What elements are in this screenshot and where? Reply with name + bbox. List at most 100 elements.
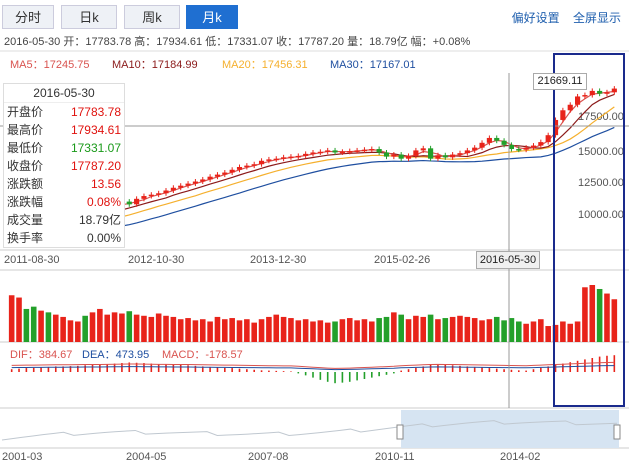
- volume-bar: [67, 320, 74, 342]
- macd-hist-bar: [378, 372, 380, 377]
- volume-bar: [89, 312, 96, 342]
- candle-body: [361, 149, 368, 152]
- macd-hist-bar: [356, 372, 358, 381]
- macd-hist-bar: [591, 358, 594, 372]
- macd-hist-bar: [334, 372, 336, 384]
- ohlc-row: 涨跌额 13.56: [4, 175, 124, 193]
- ohlc-row-label: 最高价: [7, 123, 44, 137]
- macd-hist-bar: [91, 365, 94, 372]
- macd-hist-bar: [415, 367, 417, 372]
- volume-bar: [530, 321, 537, 342]
- volume-bar: [52, 314, 59, 342]
- macd-hist-bar: [495, 368, 498, 372]
- macd-hist-bar: [99, 364, 101, 372]
- ma20-label: MA20：17456.31: [222, 59, 308, 71]
- volume-bar: [435, 319, 441, 342]
- candle-body: [229, 169, 235, 173]
- ohlc-row-label: 成交量: [7, 213, 44, 227]
- navigator-tick-label: 2004-05: [126, 451, 166, 463]
- volume-bar: [30, 306, 37, 342]
- candle-body: [472, 147, 478, 151]
- macd-hist-bar: [275, 370, 278, 372]
- volume-bar: [383, 316, 390, 342]
- macd-hist-bar: [268, 370, 270, 372]
- macd-hist-bar: [407, 369, 410, 372]
- volume-bar: [302, 319, 309, 342]
- navigator-tick-label: 2014-02: [500, 451, 540, 463]
- ohlc-row: 最低价 17331.07: [4, 139, 124, 157]
- preferences-link[interactable]: 偏好设置: [512, 11, 560, 25]
- candle-body: [523, 147, 529, 150]
- volume-bar: [8, 295, 15, 342]
- volume-bar: [501, 320, 507, 342]
- volume-bar: [523, 323, 529, 342]
- macd-hist-bar: [224, 367, 226, 372]
- dea-label: DEA：473.95: [82, 349, 150, 361]
- candle-body: [442, 155, 448, 158]
- volume-bar: [214, 316, 221, 342]
- ma-legend: MA5：17245.75 MA10：17184.99 MA20：17456.31…: [0, 56, 629, 72]
- macd-hist-bar: [532, 369, 535, 372]
- candle-body: [589, 90, 595, 96]
- candle-body: [207, 176, 213, 180]
- volume-bar: [192, 320, 199, 342]
- volume-bar: [170, 316, 177, 342]
- candle-body: [126, 201, 132, 205]
- volume-bar: [405, 319, 412, 342]
- macd-hist-bar: [341, 372, 344, 383]
- volume-bar: [163, 315, 169, 342]
- candle-body: [516, 149, 522, 151]
- macd-hist-bar: [540, 367, 542, 372]
- navigator-selection: [401, 410, 619, 448]
- candle-body: [251, 164, 257, 166]
- macd-hist-bar: [348, 372, 351, 382]
- tab-intraday[interactable]: 分时: [2, 5, 54, 29]
- macd-label: MACD：-178.57: [162, 349, 243, 361]
- candle-body: [376, 149, 382, 153]
- volume-bar: [346, 318, 353, 342]
- volume-bar: [266, 316, 272, 342]
- macd-hist-bar: [84, 365, 86, 372]
- ohlc-row-label: 最低价: [7, 141, 44, 155]
- candle-body: [611, 88, 617, 93]
- candle-body: [464, 150, 470, 154]
- macd-hist-bar: [304, 372, 307, 376]
- ohlc-row-value: 18.79亿: [78, 213, 121, 227]
- macd-hist-bar: [429, 365, 432, 372]
- candle-body: [258, 160, 265, 165]
- volume-bar: [288, 318, 294, 342]
- fullscreen-link[interactable]: 全屏显示: [573, 11, 621, 25]
- ohlc-row: 最高价 17934.61: [4, 121, 124, 139]
- tab-daily-k[interactable]: 日k: [61, 5, 117, 29]
- candle-body: [567, 104, 573, 111]
- candle-body: [244, 165, 250, 168]
- ohlc-row-value: 0.08%: [86, 195, 121, 209]
- macd-hist-bar: [481, 367, 483, 372]
- candle-body: [288, 156, 294, 159]
- candle-body: [295, 155, 301, 158]
- volume-bar: [60, 316, 66, 342]
- x-tick-label: 2015-02-26: [374, 254, 430, 266]
- candle-body: [214, 174, 221, 177]
- tab-weekly-k[interactable]: 周k: [124, 5, 180, 29]
- tab-monthly-k[interactable]: 月k: [186, 5, 238, 29]
- volume-bar: [16, 297, 22, 342]
- macd-hist-bar: [503, 369, 505, 372]
- macd-hist-bar: [150, 363, 153, 372]
- macd-hist-bar: [562, 363, 564, 372]
- ohlc-row-value: 17331.07: [70, 141, 121, 155]
- candle-body: [134, 198, 140, 205]
- macd-hist-bar: [106, 364, 109, 372]
- volume-bar: [560, 321, 566, 342]
- candle-body: [266, 159, 272, 161]
- candle-body: [354, 150, 360, 152]
- ohlc-row: 开盘价 17783.78: [4, 103, 124, 121]
- volume-bar: [207, 321, 213, 342]
- y-tick-label: 15000.00: [578, 146, 624, 158]
- navigator-tick-label: 2001-03: [2, 451, 42, 463]
- ma30-label: MA30：17167.01: [330, 59, 416, 71]
- candle-body: [310, 152, 316, 154]
- crosshair-date-tag: 2016-05-30: [476, 251, 540, 269]
- macd-hist-bar: [370, 372, 373, 378]
- volume-bar: [185, 318, 191, 342]
